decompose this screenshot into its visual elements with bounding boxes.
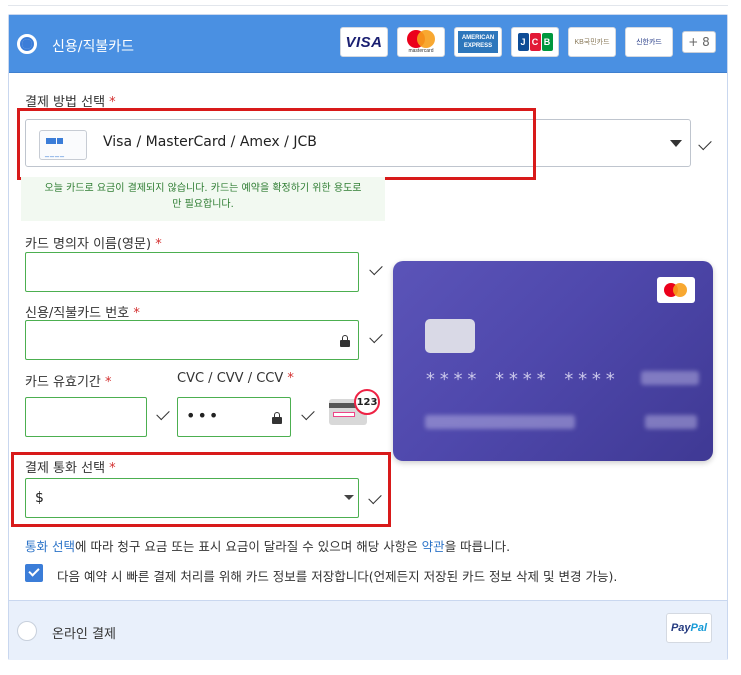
- card-preview-number: **** **** ****: [425, 369, 619, 390]
- card-payment-radio[interactable]: [17, 34, 37, 54]
- card-brand-logos: VISA mastercard AMERICAN EXPRESS JCB KB국…: [340, 27, 716, 57]
- card-preview-expiry-blurred: [645, 415, 697, 429]
- online-payment-option[interactable]: 온라인 결제 Pay Pal: [9, 600, 727, 660]
- chevron-down-icon: [670, 140, 682, 147]
- jcb-logo-icon: JCB: [511, 27, 559, 57]
- no-charge-notice: 오늘 카드로 요금이 결제되지 않습니다. 카드는 예약을 확정하기 위한 용도…: [21, 177, 385, 221]
- top-divider: [8, 0, 728, 6]
- amex-logo-icon: AMERICAN EXPRESS: [454, 27, 502, 57]
- save-card-checkbox[interactable]: [25, 564, 43, 582]
- card-chip-icon: [425, 319, 475, 353]
- mastercard-logo-icon: mastercard: [397, 27, 445, 57]
- card-number-input[interactable]: [25, 320, 359, 360]
- card-preview-name-blurred: [425, 415, 575, 429]
- cvc-label: CVC / CVV / CCV *: [177, 371, 294, 386]
- terms-link[interactable]: 약관: [422, 539, 445, 554]
- online-payment-label: 온라인 결제: [52, 627, 116, 642]
- card-payment-label: 신용/직불카드: [52, 39, 134, 55]
- currency-select-link[interactable]: 통화 선택: [25, 539, 75, 554]
- lock-icon: [272, 412, 282, 424]
- card-name-label: 카드 명의자 이름(영문) *: [25, 237, 162, 252]
- check-icon: [369, 329, 383, 344]
- check-icon: [698, 136, 712, 151]
- paypal-logo-icon: Pay Pal: [666, 613, 712, 643]
- cvc-help-icon: 123: [329, 389, 381, 433]
- currency-terms-note: 통화 선택에 따라 청구 요금 또는 표시 요금이 달라질 수 있으며 해당 사…: [25, 539, 511, 554]
- check-icon: [301, 406, 315, 421]
- card-number-label: 신용/직불카드 번호 *: [25, 306, 140, 321]
- card-preview-number-blurred: [641, 371, 699, 385]
- online-payment-radio[interactable]: [17, 621, 37, 641]
- check-icon: [156, 406, 170, 421]
- expiry-input[interactable]: [25, 397, 147, 437]
- save-card-label: 다음 예약 시 빠른 결제 처리를 위해 카드 정보를 저장합니다(언제든지 저…: [57, 569, 618, 584]
- highlight-box-method: [17, 108, 536, 180]
- shinhan-card-logo-icon: 신한카드: [625, 27, 673, 57]
- highlight-box-currency: [11, 452, 391, 527]
- check-icon: [369, 261, 383, 276]
- card-payment-option[interactable]: 신용/직불카드 VISA mastercard AMERICAN EXPRESS…: [9, 15, 727, 73]
- mastercard-icon: [657, 277, 695, 303]
- kb-card-logo-icon: KB국민카드: [568, 27, 616, 57]
- card-name-input[interactable]: [25, 252, 359, 292]
- expiry-label: 카드 유효기간 *: [25, 375, 112, 390]
- visa-logo-icon: VISA: [340, 27, 388, 57]
- more-brands-badge[interactable]: + 8: [682, 31, 716, 53]
- card-preview: **** **** ****: [393, 261, 713, 461]
- payment-panel: 신용/직불카드 VISA mastercard AMERICAN EXPRESS…: [8, 14, 728, 660]
- cvc-input[interactable]: •••: [177, 397, 291, 437]
- lock-icon: [340, 335, 350, 347]
